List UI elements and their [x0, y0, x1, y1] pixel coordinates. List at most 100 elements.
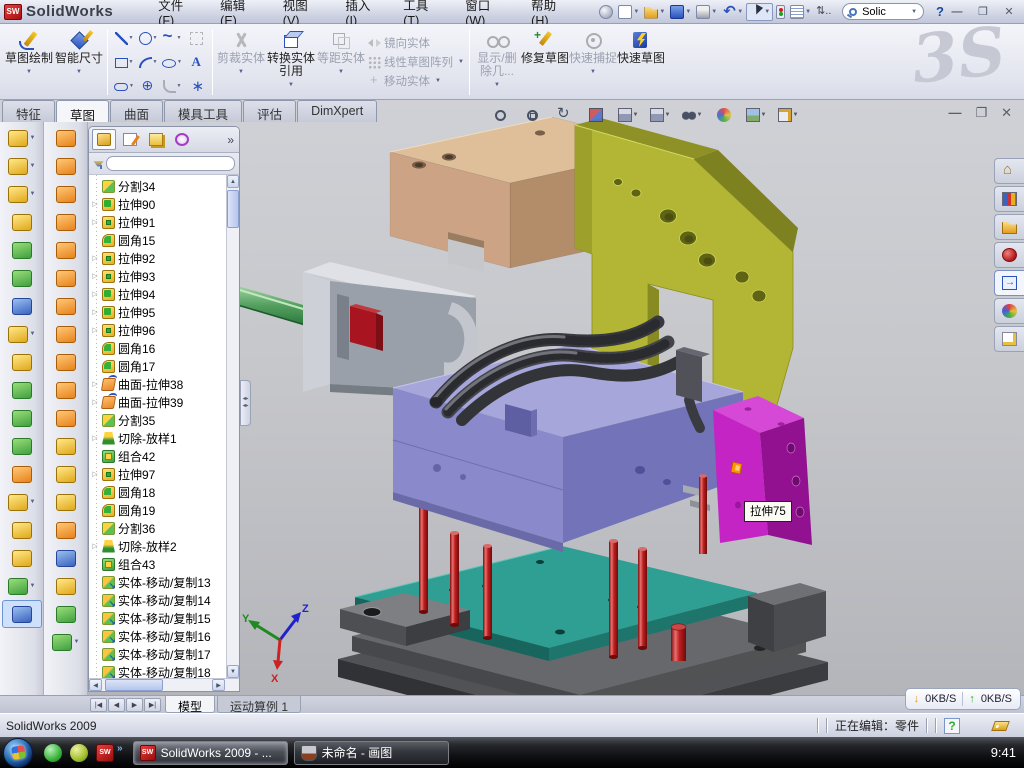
fillet-surface-button[interactable]: ▼ — [46, 572, 86, 600]
combine-button[interactable]: ▼ — [2, 432, 42, 460]
dropdown-caret[interactable]: ▼ — [30, 499, 36, 505]
dropdown-caret[interactable]: ▼ — [633, 9, 639, 15]
move-copy-body-button[interactable]: ▼ — [2, 460, 42, 488]
helix-button[interactable]: ▼ — [2, 572, 42, 600]
tree-item[interactable]: ▷ 曲面-拉伸38 — [91, 375, 226, 393]
wrap-button[interactable]: ▼ — [2, 292, 42, 320]
task-button[interactable]: 未命名 - 画图 — [294, 741, 449, 765]
expand-arrow-icon[interactable]: ▷ — [91, 272, 99, 280]
task-button[interactable]: SW SolidWorks 2009 - ... — [133, 741, 288, 765]
expand-arrow-icon[interactable]: ▷ — [91, 434, 99, 442]
tree-item[interactable]: ▷ 拉伸97 — [91, 465, 226, 483]
lofted-boss-button[interactable]: ▼ — [2, 236, 42, 264]
command-button[interactable]: 智能尺寸 ▼ — [54, 27, 104, 97]
tree-item[interactable]: ▷ 实体-移动/复制17 — [91, 645, 226, 663]
dropdown-caret[interactable]: ▼ — [238, 66, 244, 79]
tree-item[interactable]: ▷ 圆角19 — [91, 501, 226, 519]
hide-show-items-icon[interactable]: ▼ — [680, 105, 704, 125]
undo-icon[interactable]: ▼ — [720, 4, 745, 20]
dropdown-caret[interactable]: ▼ — [711, 9, 717, 15]
design-library-tab[interactable] — [994, 186, 1024, 212]
prev-tab-button[interactable]: ◀ — [108, 698, 125, 712]
filter-input[interactable] — [106, 156, 235, 171]
last-tab-button[interactable]: ▶| — [144, 698, 161, 712]
tree-item[interactable]: ▷ 组合42 — [91, 447, 226, 465]
dropdown-caret[interactable]: ▼ — [26, 66, 32, 79]
expand-arrow-icon[interactable]: ▷ — [91, 326, 99, 334]
dropdown-caret[interactable]: ▼ — [633, 112, 639, 118]
print-icon[interactable]: ▼ — [694, 4, 719, 20]
expand-arrow-icon[interactable]: ▷ — [91, 254, 99, 262]
extruded-cut-button[interactable]: ▼ — [2, 152, 42, 180]
edit-appearance-icon[interactable]: ▼ — [712, 105, 736, 125]
dropdown-caret[interactable]: ▼ — [793, 112, 799, 118]
dropdown-caret[interactable]: ▼ — [665, 112, 671, 118]
sketch-tool-button[interactable]: ▼ — [113, 29, 135, 47]
sketch-tool-button[interactable]: ▼ — [137, 53, 159, 71]
command-button[interactable]: 移动实体 ▼ — [368, 73, 464, 90]
selection-filter-icon[interactable]: ▼ — [774, 4, 787, 20]
tray-volume-icon[interactable] — [880, 745, 895, 760]
command-button[interactable]: 修复草图 ▼ — [521, 27, 569, 97]
open-icon[interactable]: ▼ — [642, 4, 667, 20]
scroll-down-button[interactable]: ▼ — [227, 665, 239, 678]
options-icon[interactable]: ▼ — [788, 4, 813, 20]
view-orientation-icon[interactable]: ▼ — [616, 105, 640, 125]
scroll-right-button[interactable]: ▶ — [212, 679, 225, 691]
knit-surface-button[interactable]: ▼ — [46, 320, 86, 348]
document-tab[interactable]: 运动算例 1 — [217, 696, 301, 713]
save-icon[interactable]: ▼ — [668, 4, 693, 20]
expand-arrow-icon[interactable]: ▷ — [91, 398, 99, 406]
shape-feature-button[interactable]: ▼ — [46, 600, 86, 628]
sketch-tool-button[interactable]: ▼ — [185, 77, 207, 95]
command-button[interactable]: 线性草图阵列 ▼ — [368, 54, 464, 71]
tree-item[interactable]: ▷ 拉伸90 — [91, 195, 226, 213]
command-button[interactable]: 转换实体引用 ▼ — [266, 27, 316, 97]
tree-item[interactable]: ▷ 实体-移动/复制18 — [91, 663, 226, 678]
tree-item[interactable]: ▷ 拉伸96 — [91, 321, 226, 339]
dropdown-caret[interactable]: ▼ — [590, 66, 596, 79]
extruded-boss-button[interactable]: ▼ — [2, 124, 42, 152]
tray-antivirus-icon[interactable] — [817, 745, 832, 760]
command-button[interactable]: 快速捕捉 ▼ — [569, 27, 617, 97]
dimxpertmanager-tab[interactable] — [170, 129, 194, 150]
configurationmanager-tab[interactable] — [144, 129, 168, 150]
tree-item[interactable]: ▷ 实体-移动/复制14 — [91, 591, 226, 609]
rebuild-icon[interactable]: ▼ — [814, 4, 832, 20]
appearances-scenes-tab[interactable] — [994, 298, 1024, 324]
flatten-surface-button[interactable]: ▼ — [46, 544, 86, 572]
tree-item[interactable]: ▷ 分割35 — [91, 411, 226, 429]
dropdown-caret[interactable]: ▼ — [494, 79, 500, 92]
tree-item[interactable]: ▷ 分割34 — [91, 177, 226, 195]
replace-face-button[interactable]: ▼ — [46, 460, 86, 488]
tree-item[interactable]: ▷ 切除-放样1 — [91, 429, 226, 447]
scroll-thumb[interactable] — [105, 679, 163, 691]
filled-surface-button[interactable]: ▼ — [46, 236, 86, 264]
document-tab[interactable]: 模型 — [165, 696, 215, 713]
first-tab-button[interactable]: |◀ — [90, 698, 107, 712]
search-input[interactable] — [860, 5, 908, 19]
expand-arrow-icon[interactable]: ▷ — [91, 308, 99, 316]
zoom-fit-icon[interactable]: ▼ — [488, 105, 512, 125]
tray-defender-icon[interactable] — [943, 745, 958, 760]
tray-network-icon[interactable] — [922, 745, 937, 760]
command-button[interactable]: 剪裁实体 ▼ — [216, 27, 266, 97]
dropdown-caret[interactable]: ▼ — [458, 59, 464, 65]
panel-splitter-handle[interactable]: ◂▸◂▸ — [240, 380, 251, 426]
revolved-surface-button[interactable]: ▼ — [46, 152, 86, 180]
doc-close-button[interactable]: ✕ — [1001, 105, 1012, 121]
tree-item[interactable]: ▷ 分割36 — [91, 519, 226, 537]
close-button[interactable]: ✕ — [1000, 4, 1018, 19]
tree-item[interactable]: ▷ 拉伸95 — [91, 303, 226, 321]
tree-item[interactable]: ▷ 圆角16 — [91, 339, 226, 357]
command-button[interactable]: 草图绘制 ▼ — [4, 27, 54, 97]
planar-surface-button[interactable]: ▼ — [46, 292, 86, 320]
scroll-thumb[interactable] — [227, 190, 239, 228]
quick-tips-button[interactable]: ? — [944, 718, 960, 734]
tree-item[interactable]: ▷ 实体-移动/复制13 — [91, 573, 226, 591]
apply-scene-icon[interactable]: ▼ — [744, 105, 768, 125]
expand-arrow-icon[interactable]: ▷ — [91, 542, 99, 550]
quick-launch-security-icon[interactable] — [69, 743, 89, 763]
view-settings-icon[interactable]: ▼ — [776, 105, 800, 125]
model-selected-extrude-block[interactable] — [713, 396, 812, 545]
